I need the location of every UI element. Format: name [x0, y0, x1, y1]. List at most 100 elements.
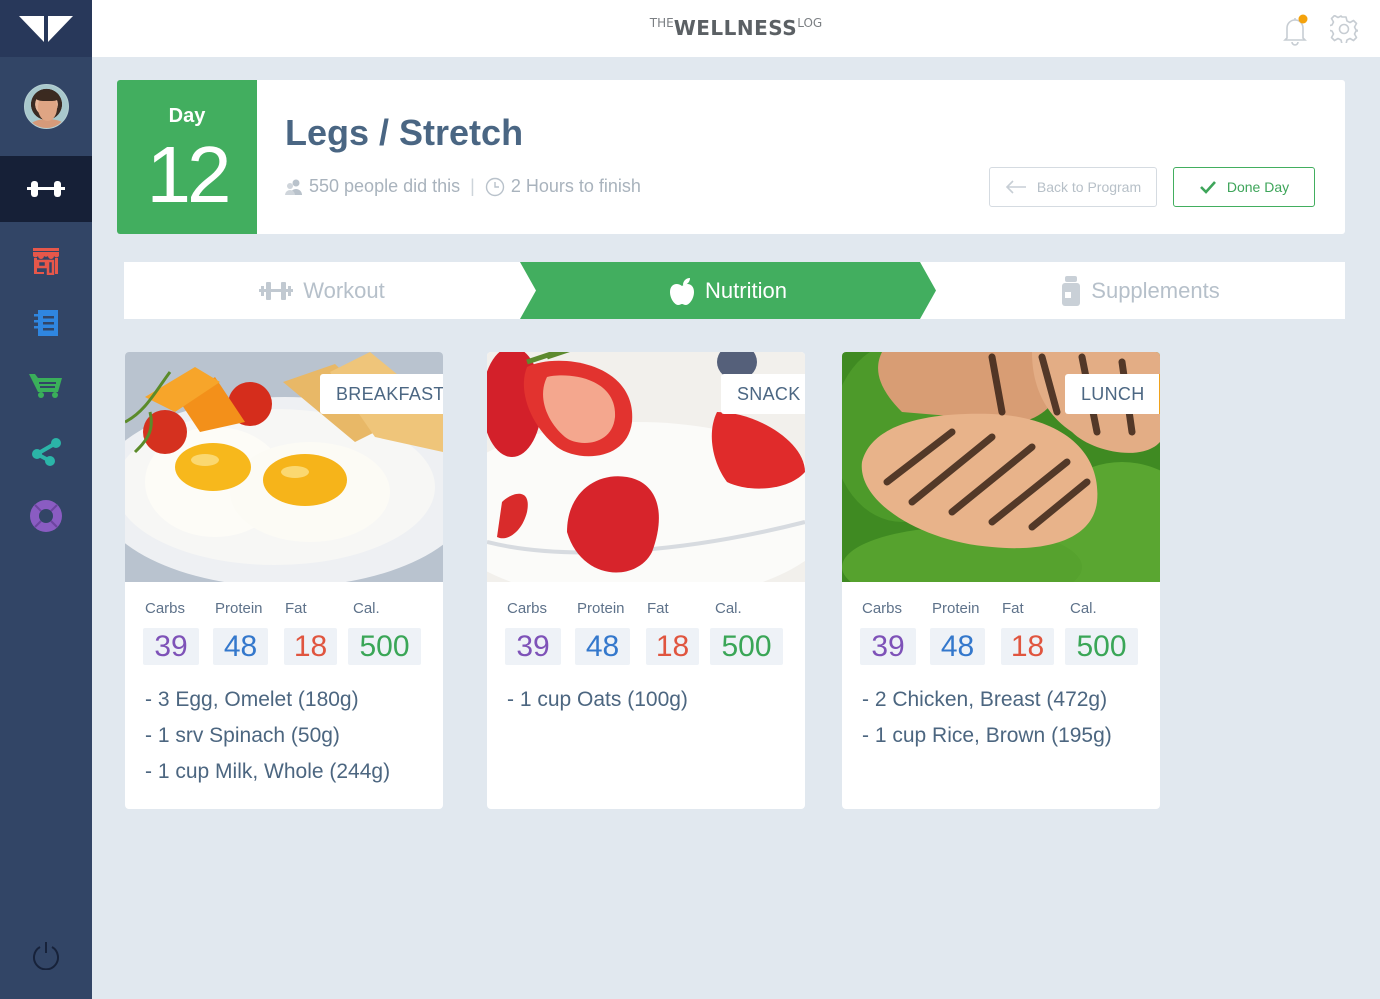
- done-label: Done Day: [1226, 179, 1290, 195]
- sidebar-item-store[interactable]: [0, 228, 92, 294]
- protein-value: 48: [930, 628, 985, 665]
- protein-label: Protein: [215, 600, 263, 617]
- dumbbell-icon: [27, 181, 65, 197]
- back-label: Back to Program: [1036, 179, 1142, 195]
- protein-value: 48: [575, 628, 630, 665]
- fat-value: 18: [646, 628, 699, 665]
- carbs-value: 39: [505, 628, 561, 665]
- store-icon: [33, 248, 59, 275]
- day-number: 12: [146, 130, 232, 219]
- tab-nutrition[interactable]: Nutrition: [520, 262, 936, 319]
- duration: 2 Hours to finish: [510, 176, 641, 196]
- people-icon: [285, 179, 302, 195]
- sidebar-item-share[interactable]: [0, 420, 92, 486]
- macro-labels: Carbs Protein Fat Cal.: [862, 600, 1152, 620]
- brand-prefix: THE: [649, 16, 674, 30]
- avatar[interactable]: [23, 84, 69, 129]
- brand-suffix: LOG: [797, 16, 823, 30]
- carbs-label: Carbs: [507, 600, 548, 617]
- carbs-label: Carbs: [145, 600, 186, 617]
- user-avatar-area[interactable]: [0, 57, 92, 156]
- power-icon: [33, 942, 59, 970]
- tab-bar: Workout Nutrition Supplements: [124, 262, 1345, 319]
- carbs-value: 39: [143, 628, 199, 665]
- day-badge: Day 12: [117, 80, 257, 234]
- day-meta: 550 people did this | 2 Hours to finish: [285, 176, 641, 197]
- share-icon: [32, 438, 61, 466]
- top-bar: THEWELLNESSLOG: [92, 0, 1380, 57]
- carbs-label: Carbs: [862, 600, 903, 617]
- meal-badge: LUNCH: [1065, 374, 1160, 414]
- cal-label: Cal.: [1070, 600, 1097, 617]
- sidebar-item-journal[interactable]: [0, 290, 92, 356]
- cal-label: Cal.: [715, 600, 742, 617]
- food-item: - 1 cup Milk, Whole (244g): [145, 760, 391, 783]
- fat-label: Fat: [1002, 600, 1024, 617]
- power-button[interactable]: [0, 925, 92, 985]
- sidebar-item-support[interactable]: [0, 483, 92, 549]
- lifebuoy-icon: [30, 500, 62, 532]
- pill-bottle-icon: [1062, 275, 1081, 306]
- logo[interactable]: [0, 0, 92, 57]
- food-list: - 1 cup Oats (100g): [507, 682, 797, 718]
- protein-label: Protein: [577, 600, 625, 617]
- meal-badge: SNACK: [721, 374, 805, 414]
- day-label: Day: [168, 105, 206, 127]
- tab-supplements-label: Supplements: [1091, 277, 1220, 303]
- arrow-left-icon: [1005, 180, 1026, 194]
- breakfast-photo: BREAKFAST: [125, 352, 443, 582]
- notifications-button[interactable]: [1282, 14, 1310, 50]
- apple-icon: [670, 277, 695, 305]
- carbs-value: 39: [860, 628, 916, 665]
- meal-badge: BREAKFAST: [320, 374, 443, 414]
- done-day-button[interactable]: Done Day: [1173, 167, 1315, 207]
- tab-workout[interactable]: Workout: [124, 262, 520, 319]
- lunch-photo: LUNCH: [842, 352, 1160, 582]
- fat-value: 18: [284, 628, 337, 665]
- people-count: 550 people did this: [309, 176, 461, 196]
- cart-icon: [29, 374, 62, 398]
- app-brand: THEWELLNESSLOG: [92, 16, 1380, 40]
- settings-button[interactable]: [1327, 14, 1361, 47]
- food-list: - 3 Egg, Omelet (180g) - 1 srv Spinach (…: [145, 682, 435, 790]
- food-list: - 2 Chicken, Breast (472g) - 1 cup Rice,…: [862, 682, 1152, 754]
- snack-photo: SNACK: [487, 352, 805, 582]
- macro-values: 39 48 18 500: [505, 628, 795, 665]
- day-header-card: Day 12 Legs / Stretch 550 people did thi…: [117, 80, 1345, 234]
- calories-value: 500: [348, 628, 421, 665]
- logo-icon: [19, 15, 73, 42]
- sidebar-item-workout[interactable]: [0, 156, 92, 222]
- tab-nutrition-label: Nutrition: [705, 277, 787, 303]
- clock-icon: [485, 177, 505, 196]
- macro-labels: Carbs Protein Fat Cal.: [145, 600, 435, 620]
- fat-label: Fat: [285, 600, 307, 617]
- macro-labels: Carbs Protein Fat Cal.: [507, 600, 797, 620]
- back-to-program-button[interactable]: Back to Program: [989, 167, 1157, 207]
- macro-values: 39 48 18 500: [860, 628, 1150, 665]
- food-item: - 1 cup Oats (100g): [507, 688, 688, 711]
- meta-divider: |: [470, 176, 475, 196]
- food-item: - 3 Egg, Omelet (180g): [145, 688, 359, 711]
- food-item: - 1 cup Rice, Brown (195g): [862, 724, 1112, 747]
- tab-supplements[interactable]: Supplements: [936, 262, 1345, 319]
- cal-label: Cal.: [353, 600, 380, 617]
- meal-card-breakfast[interactable]: BREAKFAST Carbs Protein Fat Cal. 39 48 1…: [125, 352, 443, 809]
- protein-label: Protein: [932, 600, 980, 617]
- notebook-icon: [34, 310, 58, 336]
- sidebar: [0, 0, 92, 999]
- food-item: - 2 Chicken, Breast (472g): [862, 688, 1108, 711]
- notification-dot: [1298, 14, 1308, 24]
- gear-icon: [1327, 14, 1361, 45]
- page-title: Legs / Stretch: [285, 112, 524, 153]
- calories-value: 500: [1065, 628, 1138, 665]
- calories-value: 500: [710, 628, 783, 665]
- meal-card-lunch[interactable]: LUNCH Carbs Protein Fat Cal. 39 48 18 50…: [842, 352, 1160, 809]
- tab-workout-label: Workout: [303, 277, 385, 303]
- macro-values: 39 48 18 500: [143, 628, 433, 665]
- brand-main: WELLNESS: [673, 16, 798, 40]
- sidebar-item-cart[interactable]: [0, 352, 92, 418]
- fat-label: Fat: [647, 600, 669, 617]
- fat-value: 18: [1001, 628, 1054, 665]
- meal-card-snack[interactable]: SNACK Carbs Protein Fat Cal. 39 48 18 50…: [487, 352, 805, 809]
- protein-value: 48: [213, 628, 268, 665]
